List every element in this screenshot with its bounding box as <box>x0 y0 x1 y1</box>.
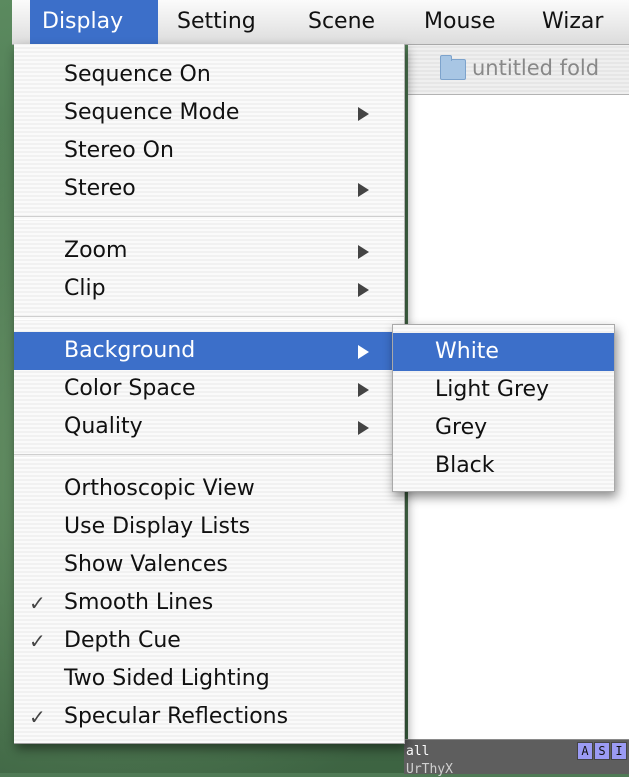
menu-item-label: Depth Cue <box>64 628 181 653</box>
menu-item-zoom[interactable]: Zoom <box>14 232 404 270</box>
console-row-selection: UrThyX <box>406 762 453 777</box>
checkmark-icon: ✓ <box>29 629 46 653</box>
menu-separator <box>14 216 404 220</box>
submenu-arrow-icon <box>358 421 369 435</box>
menubar: Display Setting Scene Mouse Wizar <box>12 0 629 45</box>
finder-window-title: untitled fold <box>472 56 600 80</box>
menu-item-depth-cue[interactable]: ✓ Depth Cue <box>14 622 404 660</box>
menu-item-label: Orthoscopic View <box>64 476 255 501</box>
menu-item-sequence-on[interactable]: Sequence On <box>14 56 404 94</box>
menu-item-background[interactable]: Background <box>14 332 404 370</box>
menu-item-label: Quality <box>64 414 143 439</box>
menu-item-show-valences[interactable]: Show Valences <box>14 546 404 584</box>
menu-item-sequence-mode[interactable]: Sequence Mode <box>14 94 404 132</box>
menu-item-orthoscopic-view[interactable]: Orthoscopic View <box>14 470 404 508</box>
menu-item-stereo[interactable]: Stereo <box>14 170 404 208</box>
menu-item-label: Specular Reflections <box>64 704 289 729</box>
submenu-item-light-grey[interactable]: Light Grey <box>393 371 614 409</box>
menu-item-label: Smooth Lines <box>64 590 214 615</box>
submenu-item-white[interactable]: White <box>393 333 614 371</box>
menu-item-clip[interactable]: Clip <box>14 270 404 308</box>
submenu-item-grey[interactable]: Grey <box>393 409 614 447</box>
console-row-all: all <box>406 744 430 759</box>
console-button-a[interactable]: A <box>577 742 593 760</box>
menu-item-label: Sequence On <box>64 62 211 87</box>
console-button-s[interactable]: S <box>594 742 610 760</box>
menubar-scene[interactable]: Scene <box>296 0 387 44</box>
menu-item-label: Sequence Mode <box>64 100 240 125</box>
menu-item-specular-reflections[interactable]: ✓ Specular Reflections <box>14 698 404 736</box>
folder-icon <box>440 55 466 80</box>
console-button-i[interactable]: I <box>611 742 627 760</box>
menu-item-label: Clip <box>64 276 106 301</box>
menubar-setting[interactable]: Setting <box>165 0 268 44</box>
menu-item-label: Two Sided Lighting <box>64 666 270 691</box>
submenu-arrow-icon <box>358 345 369 359</box>
menu-separator <box>14 454 404 458</box>
menu-item-smooth-lines[interactable]: ✓ Smooth Lines <box>14 584 404 622</box>
console-panel: all UrThyX A S I <box>404 739 629 777</box>
menu-item-label: Background <box>64 338 196 363</box>
menubar-display[interactable]: Display <box>30 0 158 44</box>
menu-item-label: Color Space <box>64 376 196 401</box>
submenu-item-label: Black <box>435 453 495 478</box>
finder-toolbar: untitled fold <box>408 44 629 95</box>
submenu-arrow-icon <box>358 183 369 197</box>
menu-separator <box>14 316 404 320</box>
submenu-arrow-icon <box>358 245 369 259</box>
submenu-item-label: White <box>435 339 499 364</box>
menu-item-two-sided-lighting[interactable]: Two Sided Lighting <box>14 660 404 698</box>
menu-item-quality[interactable]: Quality <box>14 408 404 446</box>
menu-item-label: Use Display Lists <box>64 514 251 539</box>
menu-item-use-display-lists[interactable]: Use Display Lists <box>14 508 404 546</box>
checkmark-icon: ✓ <box>29 705 46 729</box>
submenu-arrow-icon <box>358 283 369 297</box>
display-menu: Sequence On Sequence Mode Stereo On Ster… <box>14 44 405 744</box>
submenu-item-label: Light Grey <box>435 377 550 402</box>
menubar-mouse[interactable]: Mouse <box>412 0 507 44</box>
submenu-item-label: Grey <box>435 415 488 440</box>
menubar-wizard[interactable]: Wizar <box>530 0 615 44</box>
submenu-item-black[interactable]: Black <box>393 447 614 485</box>
menu-item-color-space[interactable]: Color Space <box>14 370 404 408</box>
menu-item-label: Show Valences <box>64 552 228 577</box>
menu-item-stereo-on[interactable]: Stereo On <box>14 132 404 170</box>
checkmark-icon: ✓ <box>29 591 46 615</box>
menu-item-label: Stereo <box>64 176 136 201</box>
background-submenu: White Light Grey Grey Black <box>392 324 615 492</box>
menu-item-label: Stereo On <box>64 138 174 163</box>
submenu-arrow-icon <box>358 383 369 397</box>
menu-item-label: Zoom <box>64 238 128 263</box>
submenu-arrow-icon <box>358 107 369 121</box>
